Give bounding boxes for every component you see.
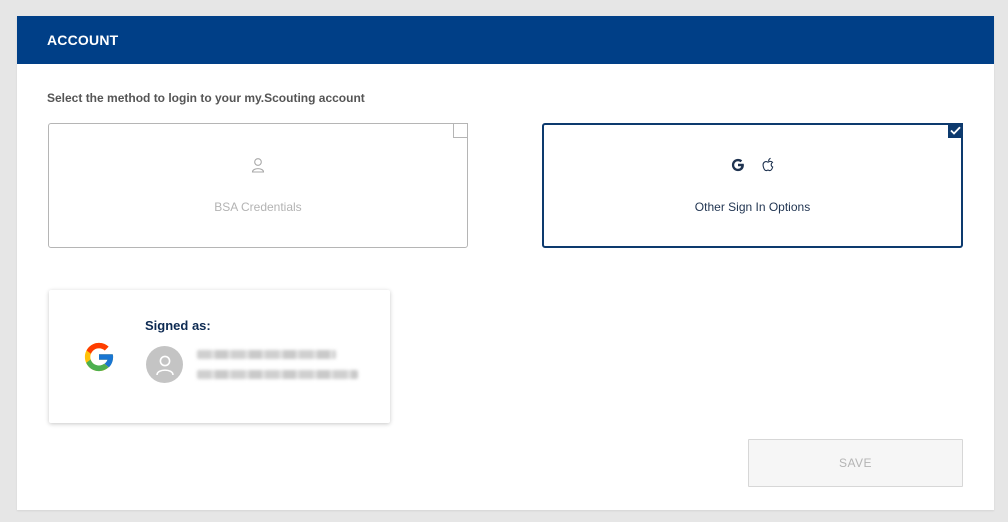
save-button[interactable]: SAVE [748, 439, 963, 487]
other-sign-in-label: Other Sign In Options [694, 200, 811, 214]
apple-icon [761, 157, 775, 178]
bsa-credentials-checkbox[interactable] [453, 123, 468, 138]
bsa-credentials-option[interactable]: BSA Credentials [48, 123, 468, 248]
google-g-icon [731, 158, 745, 177]
redacted-account-email [197, 370, 358, 379]
login-method-instruction: Select the method to login to your my.Sc… [47, 91, 365, 105]
other-icons-row [731, 157, 775, 177]
user-outline-icon [251, 157, 265, 178]
redacted-account-name [197, 350, 336, 359]
other-sign-in-option[interactable]: Other Sign In Options [542, 123, 963, 248]
signed-in-account-card: Signed as: [49, 290, 390, 423]
bsa-credentials-label: BSA Credentials [214, 200, 302, 214]
account-title: ACCOUNT [47, 32, 119, 48]
other-sign-in-checkbox[interactable] [948, 123, 963, 138]
signed-as-title: Signed as: [145, 318, 211, 333]
checkmark-icon [950, 122, 961, 140]
bsa-icons-row [251, 157, 265, 177]
account-header: ACCOUNT [17, 16, 994, 64]
user-avatar-icon [146, 346, 183, 383]
google-logo-icon [81, 339, 117, 380]
account-card: ACCOUNT Select the method to login to yo… [17, 16, 994, 510]
